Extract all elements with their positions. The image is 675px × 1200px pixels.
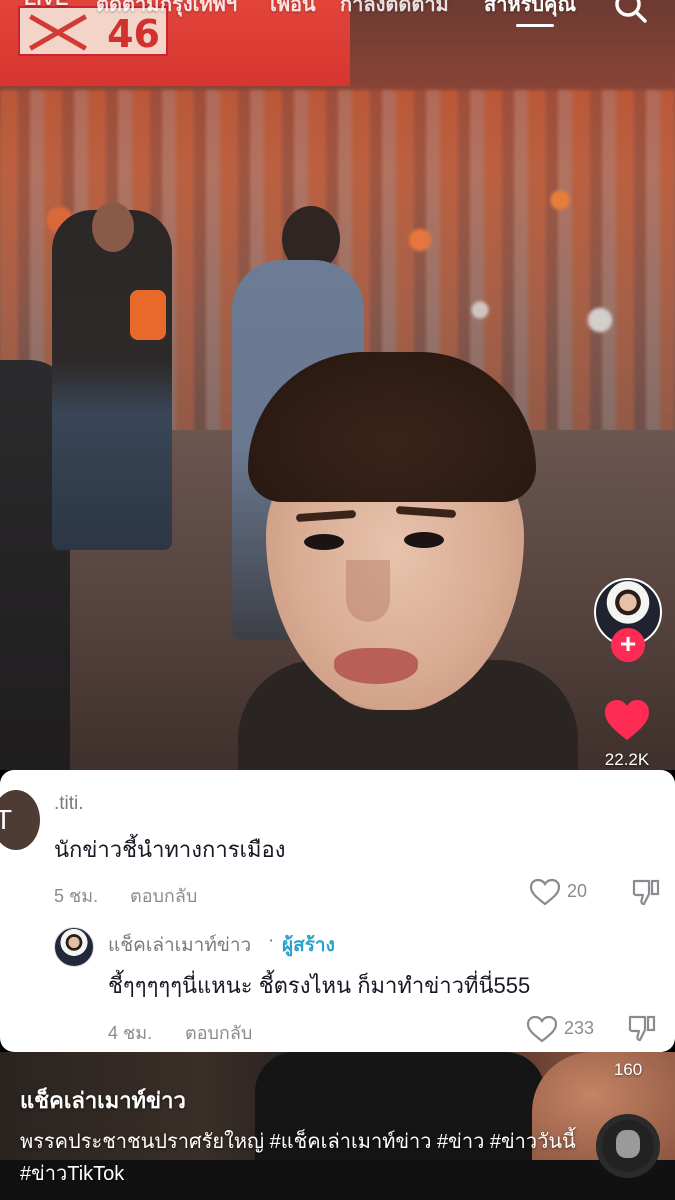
- comment-text: นักข่าวชี้นำทางการเมือง: [54, 837, 286, 862]
- creator-reply-avatar[interactable]: [54, 927, 94, 967]
- caption-text[interactable]: พรรคประชาชนปราศรัยใหญ่ #แช็คเล่าเมาท์ข่า…: [20, 1126, 580, 1190]
- tab-following-feed[interactable]: ติดตาม: [96, 0, 159, 20]
- reply-like-icon[interactable]: [526, 1015, 558, 1043]
- reply-time: 4 ชม.: [108, 1023, 153, 1043]
- person-waving-hat: [52, 202, 172, 550]
- reply-username[interactable]: แช็คเล่าเมาท์ข่าว: [108, 930, 251, 960]
- top-nav: LIVE ติดตาม กรุงเทพฯ เพื่อน กำลังติดตาม …: [0, 0, 675, 32]
- heart-icon[interactable]: [603, 698, 651, 742]
- comment-like-icon[interactable]: [529, 878, 561, 906]
- active-tab-indicator: [516, 24, 554, 27]
- music-disc-icon[interactable]: [596, 1114, 660, 1178]
- commenter-username[interactable]: .titi.: [54, 793, 84, 815]
- comment-dislike-icon[interactable]: [631, 877, 661, 907]
- tab-friends[interactable]: เพื่อน: [270, 0, 316, 20]
- share-count: 160: [613, 1060, 643, 1079]
- comment-like-count: 20: [567, 881, 588, 901]
- reply-reply-button[interactable]: ตอบกลับ: [185, 1018, 252, 1047]
- right-eye: [404, 532, 444, 548]
- left-eye: [304, 534, 344, 550]
- tab-bangkok[interactable]: กรุงเทพฯ: [160, 0, 237, 20]
- mouth: [334, 648, 418, 684]
- tab-for-you[interactable]: สำหรับคุณ: [484, 0, 576, 20]
- comment-panel: [0, 770, 675, 1052]
- reply-dislike-icon[interactable]: [627, 1013, 657, 1043]
- tab-live[interactable]: LIVE: [24, 0, 68, 11]
- follow-plus-icon[interactable]: +: [611, 628, 645, 662]
- video-player[interactable]: 46: [0, 0, 675, 770]
- tab-following[interactable]: กำลังติดตาม: [340, 0, 449, 20]
- creator-avatar-button[interactable]: +: [594, 578, 662, 662]
- reply-like-count: 233: [564, 1018, 595, 1038]
- caption-username[interactable]: แช็คเล่าเมาท์ข่าว: [20, 1083, 186, 1118]
- reply-separator: ·: [268, 930, 275, 951]
- like-count: 22.2K: [604, 750, 650, 769]
- reply-text: ชี้ๆๆๆๆๆนี่แหนะ ชี้ตรงไหน ก็มาทำข่าวที่น…: [108, 973, 531, 998]
- comment-time: 5 ชม.: [54, 886, 99, 906]
- creator-badge: ผู้สร้าง: [282, 935, 335, 956]
- search-icon[interactable]: [612, 0, 648, 24]
- orange-scarf: [130, 290, 166, 340]
- nose: [346, 560, 390, 622]
- comment-reply-button[interactable]: ตอบกลับ: [130, 881, 197, 910]
